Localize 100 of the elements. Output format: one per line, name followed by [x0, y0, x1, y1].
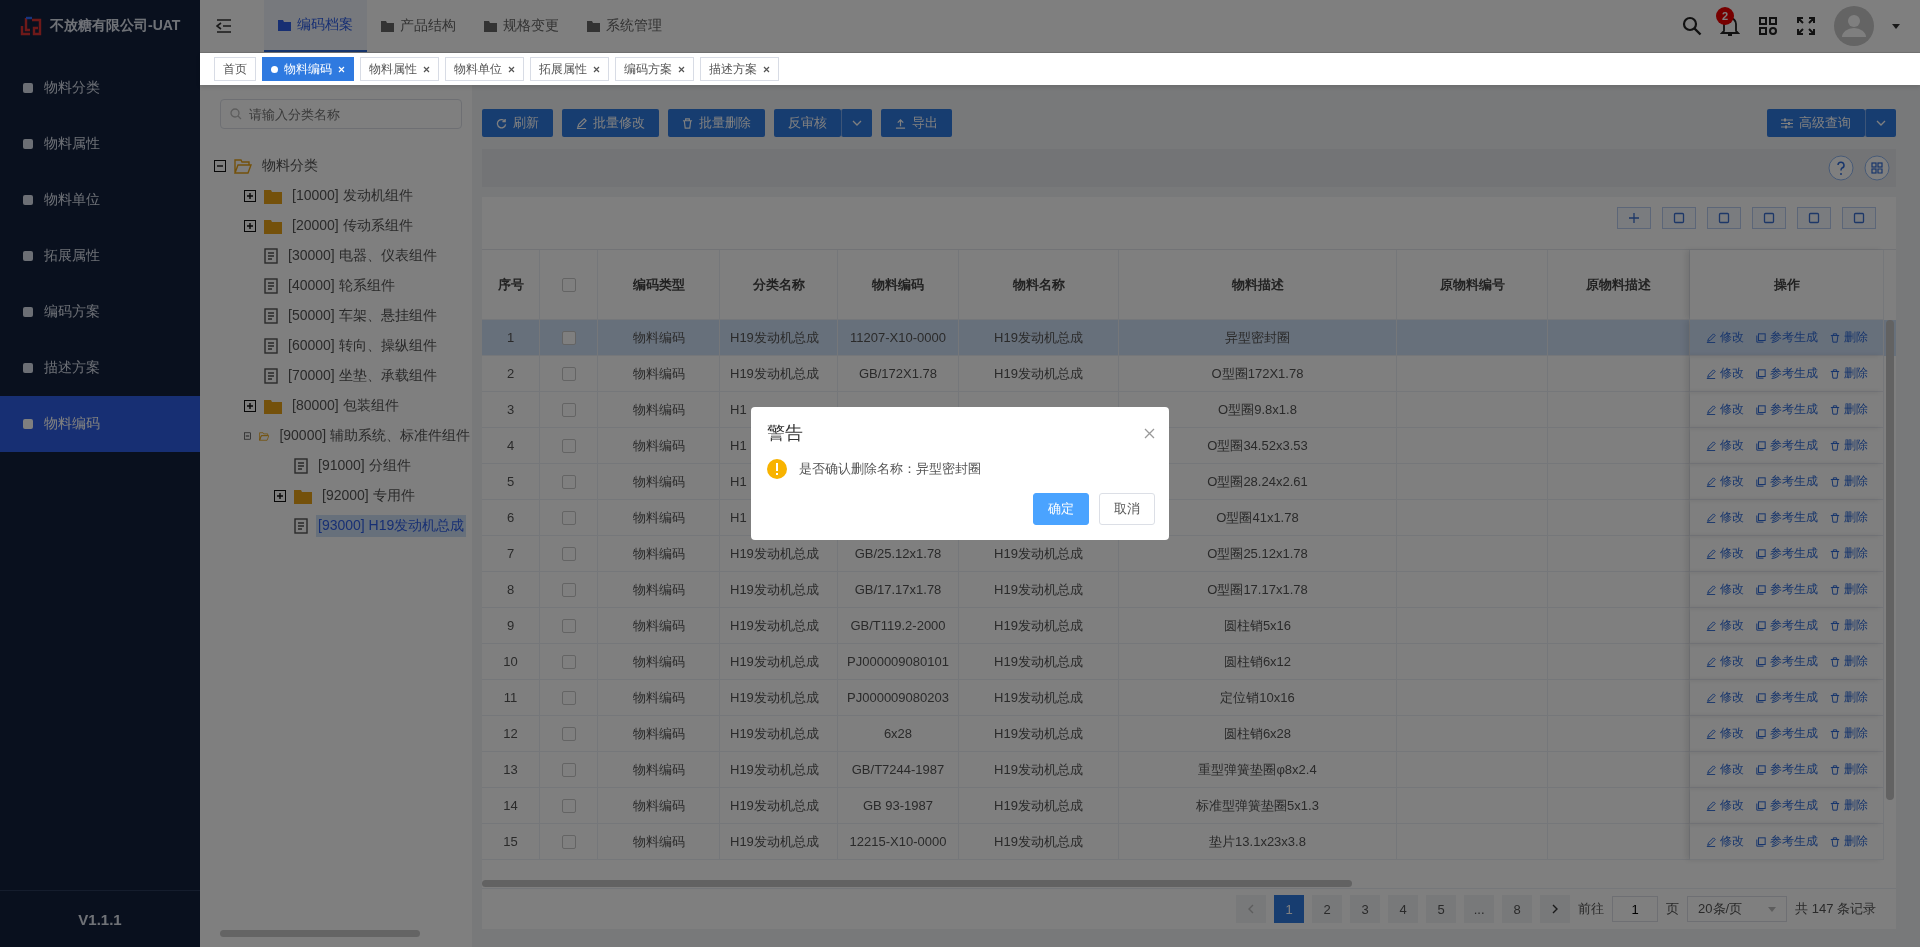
scrollbar[interactable] — [482, 880, 1352, 887]
table-row[interactable]: 15 物料编码 H19发动机总成 12215-X10-0000 H19发动机总成 垫片13.1x23x3.8 修改 参考生成 删除 — [482, 824, 1896, 860]
tree-node[interactable]: [91000] 分组件 — [316, 455, 413, 477]
row-action-link[interactable]: 修改 — [1705, 617, 1744, 634]
row-action-link[interactable]: 删除 — [1829, 329, 1868, 346]
row-action-link[interactable]: 参考生成 — [1755, 365, 1818, 382]
row-action-link[interactable]: 参考生成 — [1755, 509, 1818, 526]
toolbar-button[interactable]: 批量删除 — [668, 109, 765, 137]
row-checkbox[interactable] — [561, 654, 576, 669]
page-input[interactable]: 1 — [1612, 896, 1659, 922]
tree-node[interactable]: 物料分类 — [260, 155, 320, 177]
row-action-link[interactable]: 参考生成 — [1755, 545, 1818, 562]
row-action-link[interactable]: 参考生成 — [1755, 725, 1818, 742]
cancel-button[interactable]: 取消 — [1099, 493, 1155, 525]
close-icon[interactable] — [423, 65, 430, 73]
top-nav-tab[interactable]: 系统管理 — [573, 0, 676, 52]
row-checkbox[interactable] — [561, 546, 576, 561]
tree-toggle-icon[interactable] — [244, 400, 256, 412]
tree-toggle-icon[interactable] — [244, 430, 251, 442]
sidebar-item[interactable]: 拓展属性 — [0, 228, 200, 284]
row-action-link[interactable]: 删除 — [1829, 545, 1868, 562]
toolbar-button[interactable]: 刷新 — [482, 109, 553, 137]
dropdown-button[interactable] — [1865, 109, 1896, 137]
table-tool-button[interactable] — [1842, 207, 1876, 229]
row-action-link[interactable]: 参考生成 — [1755, 401, 1818, 418]
sidebar-item[interactable]: 物料属性 — [0, 116, 200, 172]
table-tool-button[interactable] — [1662, 207, 1696, 229]
row-checkbox[interactable] — [561, 510, 576, 525]
top-nav-tab[interactable]: 产品结构 — [367, 0, 470, 52]
table-tool-button[interactable] — [1617, 207, 1651, 229]
sidebar-item[interactable]: 物料单位 — [0, 172, 200, 228]
search-field[interactable]: 请输入分类名称 — [220, 99, 462, 129]
table-row[interactable]: 8 物料编码 H19发动机总成 GB/17.17x1.78 H19发动机总成 O型圈17.17x1.78 修改 参考生成 删除 — [482, 572, 1896, 608]
tree-node[interactable]: [10000] 发动机组件 — [290, 185, 415, 207]
page-tab[interactable]: 物料单位 — [445, 57, 524, 81]
row-action-link[interactable]: 修改 — [1705, 509, 1744, 526]
row-checkbox[interactable] — [561, 690, 576, 705]
apps-icon[interactable] — [1758, 16, 1778, 36]
tree-node[interactable]: [30000] 电器、仪表组件 — [286, 245, 439, 267]
row-action-link[interactable]: 删除 — [1829, 833, 1868, 850]
toolbar-button[interactable]: 批量修改 — [562, 109, 659, 137]
top-nav-tab[interactable]: 规格变更 — [470, 0, 573, 52]
tree-node[interactable]: [40000] 轮系组件 — [286, 275, 397, 297]
table-row[interactable]: 9 物料编码 H19发动机总成 GB/T119.2-2000 H19发动机总成 圆柱销5x16 修改 参考生成 删除 — [482, 608, 1896, 644]
row-checkbox[interactable] — [561, 330, 576, 345]
row-action-link[interactable]: 修改 — [1705, 473, 1744, 490]
row-checkbox[interactable] — [561, 366, 576, 381]
row-action-link[interactable]: 修改 — [1705, 689, 1744, 706]
row-action-link[interactable]: 修改 — [1705, 653, 1744, 670]
row-action-link[interactable]: 删除 — [1829, 473, 1868, 490]
table-row[interactable]: 1 物料编码 H19发动机总成 11207-X10-0000 H19发动机总成 异型密封圈 修改 参考生成 删除 — [482, 320, 1896, 356]
row-action-link[interactable]: 修改 — [1705, 833, 1744, 850]
page-button[interactable]: 4 — [1388, 895, 1419, 923]
row-action-link[interactable]: 参考生成 — [1755, 761, 1818, 778]
row-checkbox[interactable] — [561, 762, 576, 777]
row-action-link[interactable]: 删除 — [1829, 401, 1868, 418]
row-action-link[interactable]: 修改 — [1705, 365, 1744, 382]
row-checkbox[interactable] — [561, 438, 576, 453]
page-button[interactable]: 3 — [1350, 895, 1381, 923]
tree-node[interactable]: [90000] 辅助系统、标准件组件 — [277, 425, 472, 447]
page-button[interactable]: 1 — [1274, 895, 1305, 923]
table-tool-button[interactable] — [1752, 207, 1786, 229]
tree-toggle-icon[interactable] — [274, 490, 286, 502]
tree-node[interactable]: [93000] H19发动机总成 — [316, 515, 467, 537]
close-icon[interactable] — [678, 65, 685, 73]
tree-toggle-icon[interactable] — [214, 160, 226, 172]
table-row[interactable]: 10 物料编码 H19发动机总成 PJ000009080101 H19发动机总成 圆柱销6x12 修改 参考生成 删除 — [482, 644, 1896, 680]
row-action-link[interactable]: 参考生成 — [1755, 797, 1818, 814]
row-action-link[interactable]: 删除 — [1829, 581, 1868, 598]
page-tab[interactable]: 物料编码 — [262, 57, 354, 81]
row-action-link[interactable]: 删除 — [1829, 365, 1868, 382]
row-action-link[interactable]: 删除 — [1829, 725, 1868, 742]
row-action-link[interactable]: 参考生成 — [1755, 833, 1818, 850]
dropdown-button[interactable] — [841, 109, 872, 137]
qr-code-icon[interactable] — [1864, 155, 1890, 181]
tree-node[interactable]: [20000] 传动系组件 — [290, 215, 415, 237]
avatar-icon[interactable] — [1834, 6, 1874, 46]
row-action-link[interactable]: 删除 — [1829, 437, 1868, 454]
row-checkbox[interactable] — [561, 798, 576, 813]
close-icon[interactable] — [593, 65, 600, 73]
row-action-link[interactable]: 删除 — [1829, 761, 1868, 778]
select-all-checkbox[interactable] — [561, 277, 576, 292]
top-nav-tab[interactable]: 编码档案 — [264, 0, 367, 52]
row-checkbox[interactable] — [561, 402, 576, 417]
table-tool-button[interactable] — [1707, 207, 1741, 229]
page-tab[interactable]: 编码方案 — [615, 57, 694, 81]
row-checkbox[interactable] — [561, 834, 576, 849]
previous-page-button[interactable] — [1236, 895, 1267, 923]
row-action-link[interactable]: 参考生成 — [1755, 437, 1818, 454]
row-action-link[interactable]: 删除 — [1829, 797, 1868, 814]
row-action-link[interactable]: 参考生成 — [1755, 473, 1818, 490]
row-action-link[interactable]: 修改 — [1705, 401, 1744, 418]
search-icon[interactable] — [1682, 16, 1702, 36]
close-icon[interactable] — [508, 65, 515, 73]
scrollbar[interactable] — [1886, 320, 1894, 800]
table-row[interactable]: 2 物料编码 H19发动机总成 GB/172X1.78 H19发动机总成 O型圈172X1.78 修改 参考生成 删除 — [482, 356, 1896, 392]
row-checkbox[interactable] — [561, 474, 576, 489]
row-checkbox[interactable] — [561, 618, 576, 633]
toolbar-button[interactable]: 导出 — [881, 109, 952, 137]
confirm-button[interactable]: 确定 — [1033, 493, 1089, 525]
